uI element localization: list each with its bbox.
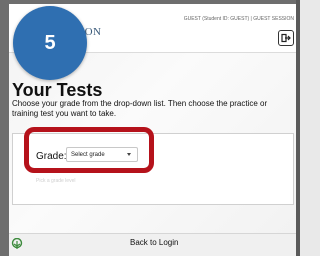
page-title: Your Tests xyxy=(12,80,103,100)
step-number-badge: 5 xyxy=(13,6,87,80)
app-window: SON GUEST (Student ID: GUEST) | GUEST SE… xyxy=(0,0,300,256)
instructions-text: Choose your grade from the drop-down lis… xyxy=(12,99,268,118)
logout-icon xyxy=(281,33,291,43)
grade-note: Pick a grade level xyxy=(36,178,76,184)
frame-left xyxy=(0,0,9,256)
logout-button[interactable] xyxy=(278,30,294,46)
frame-right xyxy=(296,0,300,256)
tree-logo-icon xyxy=(11,238,23,249)
user-info: GUEST (Student ID: GUEST) | GUEST SESSIO… xyxy=(183,16,294,22)
step-number: 5 xyxy=(44,31,56,54)
back-to-login-button[interactable]: Back to Login xyxy=(130,238,178,247)
grade-highlight-callout xyxy=(24,127,154,173)
